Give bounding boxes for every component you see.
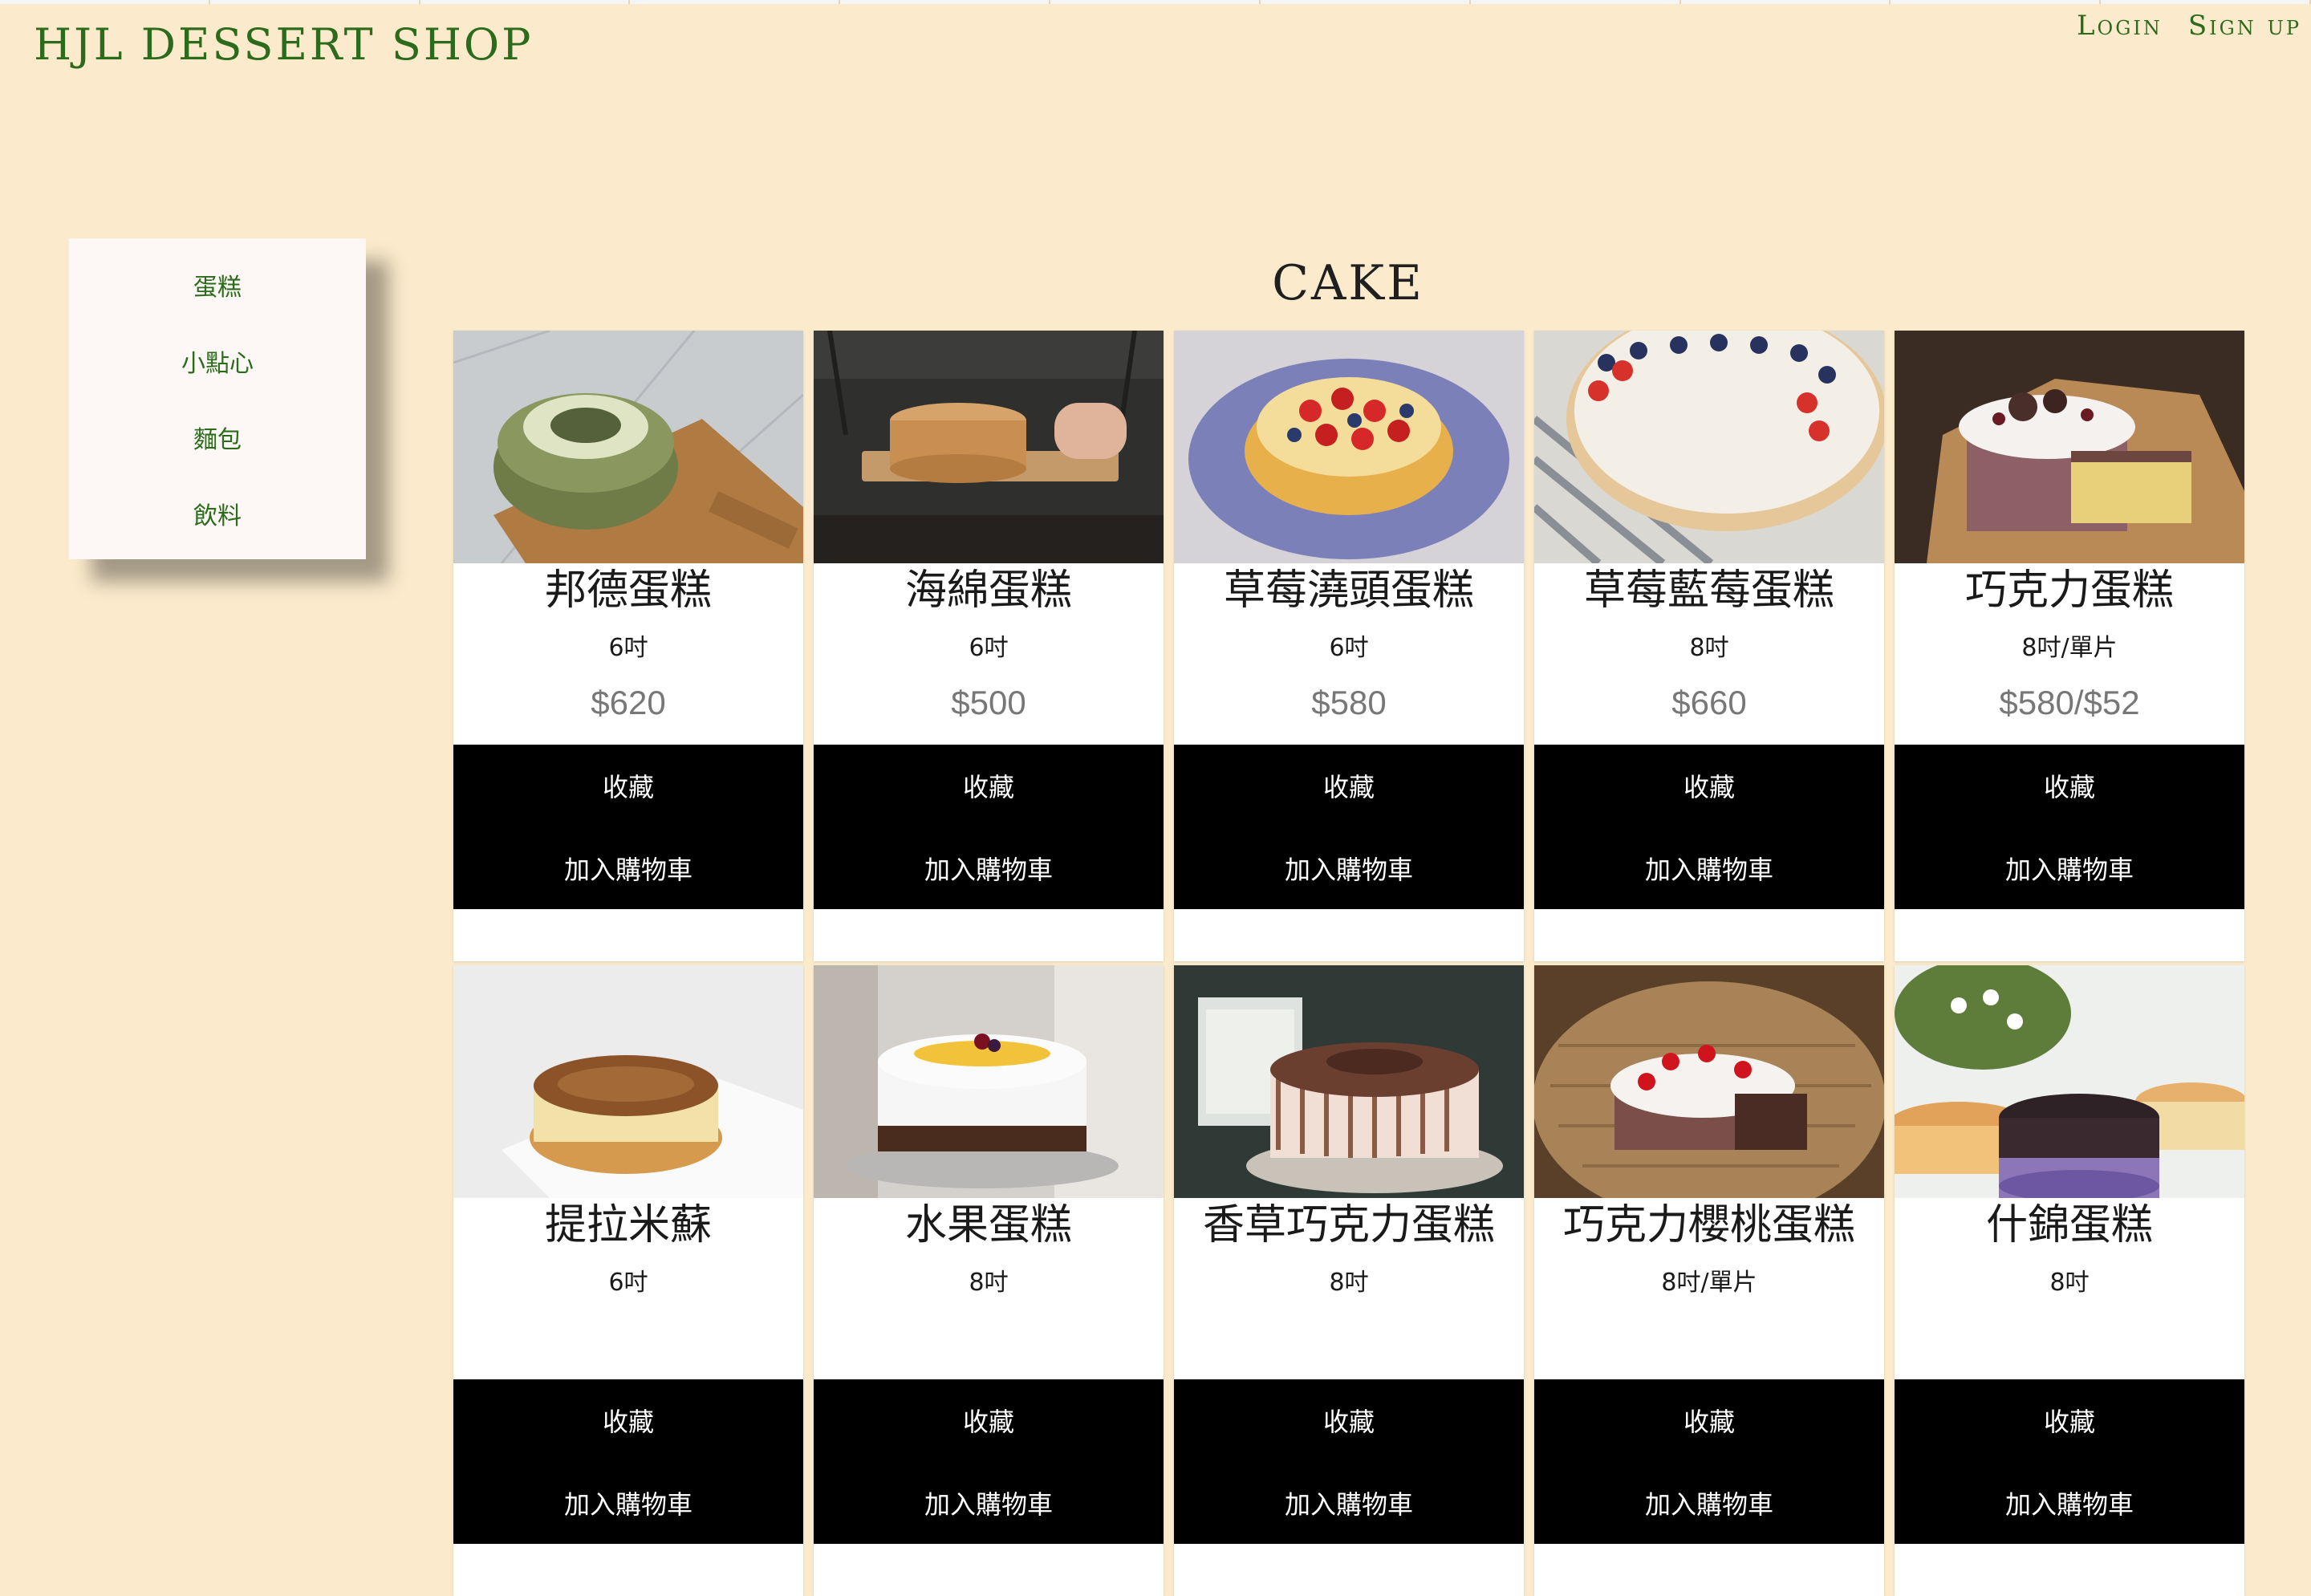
product-name: 巧克力蛋糕 <box>1964 567 2174 615</box>
product-image[interactable] <box>1534 331 1884 563</box>
product-image[interactable] <box>1174 331 1524 563</box>
add-to-cart-button[interactable]: 加入購物車 <box>2000 1484 2138 1522</box>
product-image[interactable] <box>1174 965 1524 1198</box>
product-image[interactable] <box>814 331 1164 563</box>
product-size: 8吋 <box>2049 1269 2090 1297</box>
product-size: 8吋 <box>1329 1269 1369 1297</box>
favorite-button[interactable]: 收藏 <box>1318 1401 1379 1440</box>
product-actions: 收藏 加入購物車 <box>1895 745 2244 909</box>
product-actions: 收藏 加入購物車 <box>453 1379 803 1544</box>
product-card: 巧克力蛋糕 8吋/單片 $580/$52 收藏 加入購物車 <box>1895 331 2244 961</box>
product-name: 什錦蛋糕 <box>1985 1201 2153 1249</box>
add-to-cart-button[interactable]: 加入購物車 <box>2000 849 2138 887</box>
add-to-cart-button[interactable]: 加入購物車 <box>559 1484 697 1522</box>
sidebar-item-bread[interactable]: 麵包 <box>193 420 242 455</box>
product-actions: 收藏 加入購物車 <box>1534 745 1884 909</box>
product-size: 8吋 <box>969 1269 1009 1297</box>
product-card: 草莓藍莓蛋糕 8吋 $660 收藏 加入購物車 <box>1534 331 1884 961</box>
product-actions: 收藏 加入購物車 <box>1174 745 1524 909</box>
favorite-button[interactable]: 收藏 <box>1679 766 1740 805</box>
favorite-button[interactable]: 收藏 <box>958 766 1019 805</box>
product-price <box>1174 1318 1524 1367</box>
favorite-button[interactable]: 收藏 <box>958 1401 1019 1440</box>
product-size: 8吋/單片 <box>2021 634 2118 662</box>
login-link[interactable]: Login <box>2077 10 2163 42</box>
product-actions: 收藏 加入購物車 <box>1534 1379 1884 1544</box>
product-actions: 收藏 加入購物車 <box>814 745 1164 909</box>
product-name: 巧克力櫻桃蛋糕 <box>1562 1201 1855 1249</box>
product-actions: 收藏 加入購物車 <box>814 1379 1164 1544</box>
product-size: 6吋 <box>1329 634 1369 662</box>
product-image[interactable] <box>1895 965 2244 1198</box>
product-price: $580 <box>1311 684 1387 721</box>
product-card: 海綿蛋糕 6吋 $500 收藏 加入購物車 <box>814 331 1164 961</box>
product-size: 6吋 <box>969 634 1009 662</box>
product-actions: 收藏 加入購物車 <box>1895 1379 2244 1544</box>
add-to-cart-button[interactable]: 加入購物車 <box>1280 1484 1418 1522</box>
favorite-button[interactable]: 收藏 <box>1679 1401 1740 1440</box>
product-price <box>814 1318 1164 1367</box>
section-title: CAKE <box>1272 255 1424 311</box>
product-price <box>1895 1318 2244 1367</box>
product-price: $580/$52 <box>1999 684 2140 721</box>
product-card: 提拉米蘇 6吋 收藏 加入購物車 <box>453 965 803 1596</box>
product-image[interactable] <box>453 331 803 563</box>
product-price: $660 <box>1671 684 1747 721</box>
product-name: 海綿蛋糕 <box>904 567 1072 615</box>
product-price <box>1534 1318 1884 1367</box>
product-card: 什錦蛋糕 8吋 收藏 加入購物車 <box>1895 965 2244 1596</box>
category-sidebar: 蛋糕 小點心 麵包 飲料 <box>69 238 366 559</box>
product-card: 草莓澆頭蛋糕 6吋 $580 收藏 加入購物車 <box>1174 331 1524 961</box>
product-price <box>453 1318 803 1367</box>
sidebar-item-cake[interactable]: 蛋糕 <box>193 267 242 303</box>
add-to-cart-button[interactable]: 加入購物車 <box>1280 849 1418 887</box>
add-to-cart-button[interactable]: 加入購物車 <box>920 1484 1058 1522</box>
product-image[interactable] <box>814 965 1164 1198</box>
product-name: 草莓澆頭蛋糕 <box>1223 567 1474 615</box>
product-image[interactable] <box>1534 965 1884 1198</box>
sidebar-item-drinks[interactable]: 飲料 <box>193 496 242 531</box>
add-to-cart-button[interactable]: 加入購物車 <box>1640 1484 1778 1522</box>
favorite-button[interactable]: 收藏 <box>2039 766 2100 805</box>
add-to-cart-button[interactable]: 加入購物車 <box>1640 849 1778 887</box>
product-price: $500 <box>951 684 1026 721</box>
product-size: 8吋/單片 <box>1661 1269 1757 1297</box>
product-name: 水果蛋糕 <box>904 1201 1072 1249</box>
product-card: 巧克力櫻桃蛋糕 8吋/單片 收藏 加入購物車 <box>1534 965 1884 1596</box>
product-card: 香草巧克力蛋糕 8吋 收藏 加入購物車 <box>1174 965 1524 1596</box>
product-card: 邦德蛋糕 6吋 $620 收藏 加入購物車 <box>453 331 803 961</box>
product-size: 6吋 <box>608 1269 648 1297</box>
product-card: 水果蛋糕 8吋 收藏 加入購物車 <box>814 965 1164 1596</box>
add-to-cart-button[interactable]: 加入購物車 <box>920 849 1058 887</box>
product-size: 8吋 <box>1689 634 1729 662</box>
product-actions: 收藏 加入購物車 <box>453 745 803 909</box>
product-name: 草莓藍莓蛋糕 <box>1583 567 1834 615</box>
favorite-button[interactable]: 收藏 <box>598 766 659 805</box>
product-price: $620 <box>591 684 666 721</box>
product-image[interactable] <box>453 965 803 1198</box>
sidebar-item-snacks[interactable]: 小點心 <box>181 343 254 379</box>
product-actions: 收藏 加入購物車 <box>1174 1379 1524 1544</box>
product-name: 提拉米蘇 <box>544 1201 712 1249</box>
product-size: 6吋 <box>608 634 648 662</box>
auth-links: Login Sign up <box>2077 10 2301 42</box>
favorite-button[interactable]: 收藏 <box>2039 1401 2100 1440</box>
add-to-cart-button[interactable]: 加入購物車 <box>559 849 697 887</box>
favorite-button[interactable]: 收藏 <box>598 1401 659 1440</box>
browser-tab-strip <box>0 0 2311 4</box>
product-image[interactable] <box>1895 331 2244 563</box>
product-grid: 邦德蛋糕 6吋 $620 收藏 加入購物車 海綿蛋糕 6吋 $500 收藏 加入… <box>453 331 2244 1596</box>
product-name: 香草巧克力蛋糕 <box>1202 1201 1495 1249</box>
brand-logo[interactable]: HJL DESSERT SHOP <box>34 19 534 70</box>
favorite-button[interactable]: 收藏 <box>1318 766 1379 805</box>
product-name: 邦德蛋糕 <box>544 567 712 615</box>
signup-link[interactable]: Sign up <box>2188 10 2301 42</box>
